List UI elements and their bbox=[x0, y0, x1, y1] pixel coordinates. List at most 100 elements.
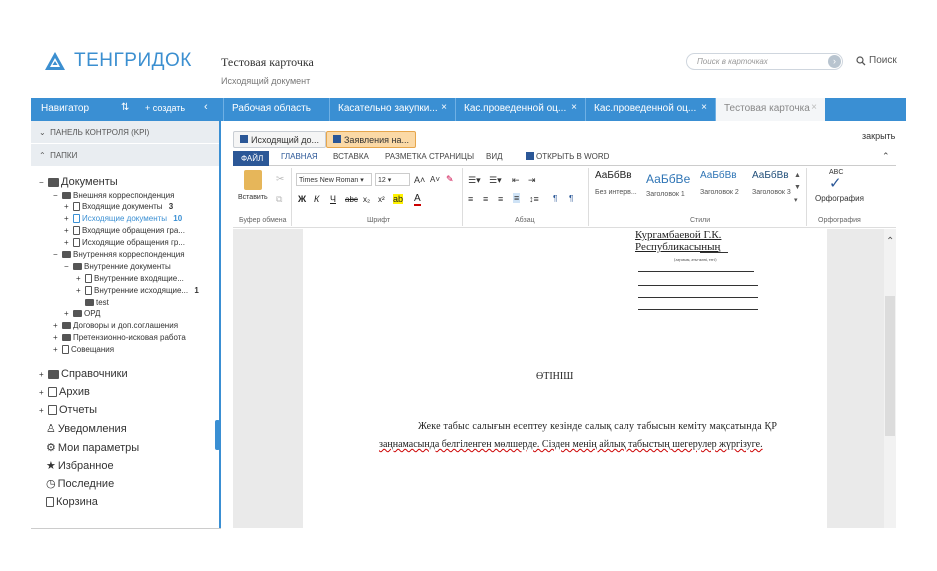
collapse-navigator-icon[interactable]: ‹ bbox=[204, 101, 208, 113]
tab-evaluation-2[interactable]: Кас.проведенной оц... × bbox=[585, 98, 715, 121]
collapse-icon[interactable]: − bbox=[39, 178, 46, 187]
ribbon-tab-open-word[interactable]: ОТКРЫТЬ В WORD bbox=[526, 152, 609, 161]
checkmark-icon[interactable]: ✓ bbox=[829, 174, 842, 192]
styles-more-icon[interactable]: ▾ bbox=[794, 196, 798, 204]
tab-workspace[interactable]: Рабочая область bbox=[223, 98, 329, 121]
tree-item-ord[interactable]: + ОРД bbox=[64, 309, 100, 318]
paste-icon[interactable] bbox=[244, 170, 262, 190]
tree-item-internal[interactable]: − Внутренняя корреспонденция bbox=[53, 250, 185, 259]
copy-icon[interactable]: ⧉ bbox=[276, 194, 282, 205]
expand-icon[interactable]: + bbox=[64, 226, 71, 235]
tree-item-incoming-appeals[interactable]: + Входящие обращения гра... bbox=[64, 226, 185, 235]
align-right-icon[interactable]: ≡ bbox=[498, 194, 503, 204]
sidebar-item-reports[interactable]: + Отчеты bbox=[39, 404, 97, 416]
spelling-button[interactable]: Орфография bbox=[815, 194, 864, 203]
strikethrough-icon[interactable]: abc bbox=[345, 195, 358, 204]
close-link[interactable]: закрыть bbox=[862, 131, 895, 141]
bullets-icon[interactable]: ☰▾ bbox=[468, 175, 481, 186]
tree-item-internal-outgoing[interactable]: + Внутренние исходящие... 1 bbox=[76, 286, 199, 295]
expand-icon[interactable]: + bbox=[76, 274, 83, 283]
style-no-spacing[interactable]: АаБбВв Без интерв... bbox=[595, 170, 637, 196]
ribbon-tab-layout[interactable]: РАЗМЕТКА СТРАНИЦЫ bbox=[385, 152, 474, 161]
collapse-icon[interactable]: − bbox=[53, 191, 60, 200]
tree-item-test[interactable]: test bbox=[85, 298, 109, 307]
expand-icon[interactable]: + bbox=[64, 309, 71, 318]
ribbon-tab-insert[interactable]: ВСТАВКА bbox=[333, 152, 369, 161]
expand-icon[interactable]: + bbox=[53, 345, 60, 354]
collapse-icon[interactable]: − bbox=[64, 262, 71, 271]
underline-icon[interactable]: Ч bbox=[330, 194, 336, 204]
sidebar-item-archive[interactable]: + Архив bbox=[39, 386, 90, 398]
cut-icon[interactable]: ✂ bbox=[276, 174, 284, 185]
justify-icon[interactable]: ≡ bbox=[513, 193, 521, 203]
expand-icon[interactable]: + bbox=[39, 388, 46, 397]
scrollbar-thumb[interactable] bbox=[885, 296, 895, 436]
styles-scroll-down-icon[interactable]: ▼ bbox=[794, 184, 801, 191]
tree-item-claims[interactable]: + Претензионно-исковая работа bbox=[53, 333, 186, 342]
expand-icon[interactable]: + bbox=[39, 406, 46, 415]
expand-icon[interactable]: + bbox=[64, 202, 71, 211]
sidebar-item-notifications[interactable]: ♙ Уведомления bbox=[46, 422, 127, 436]
superscript-icon[interactable]: x² bbox=[378, 195, 385, 204]
numbering-icon[interactable]: ☰▾ bbox=[489, 175, 502, 186]
close-tab-icon[interactable]: × bbox=[571, 102, 577, 113]
expand-icon[interactable]: + bbox=[64, 214, 71, 223]
tree-item-external[interactable]: − Внешняя корреспонденция bbox=[53, 191, 174, 200]
tree-item-incoming-docs[interactable]: + Входящие документы 3 bbox=[64, 202, 173, 211]
clear-format-icon[interactable]: ✎ bbox=[446, 174, 454, 185]
paste-button[interactable]: Вставить bbox=[238, 194, 268, 201]
line-spacing-icon[interactable]: ↕≡ bbox=[529, 194, 539, 204]
tab-procurement[interactable]: Касательно закупки... × bbox=[329, 98, 455, 121]
sidebar-item-favorites[interactable]: ★ Избранное bbox=[46, 459, 114, 473]
search-input[interactable]: Поиск в карточках › bbox=[686, 53, 843, 70]
styles-scroll-up-icon[interactable]: ▲ bbox=[794, 172, 801, 179]
tab-evaluation-1[interactable]: Кас.проведенной оц... × bbox=[455, 98, 585, 121]
italic-icon[interactable]: К bbox=[314, 194, 319, 204]
ribbon-tab-home[interactable]: ГЛАВНАЯ bbox=[281, 152, 318, 161]
sidebar-item-my-params[interactable]: ⚙ Мои параметры bbox=[46, 441, 139, 455]
sort-icon[interactable]: ⇅ bbox=[121, 102, 129, 113]
align-left-icon[interactable]: ≡ bbox=[468, 194, 473, 204]
sidebar-item-directories[interactable]: + Справочники bbox=[39, 368, 128, 380]
expand-icon[interactable]: + bbox=[39, 370, 46, 379]
ribbon-tab-view[interactable]: ВИД bbox=[486, 152, 503, 161]
expand-icon[interactable]: + bbox=[53, 321, 60, 330]
collapse-icon[interactable]: − bbox=[53, 250, 60, 259]
tree-item-internal-incoming[interactable]: + Внутренние входящие... bbox=[76, 274, 184, 283]
grow-font-icon[interactable]: A˄ bbox=[414, 175, 425, 185]
font-color-icon[interactable]: A bbox=[414, 193, 421, 206]
folders-header[interactable]: ⌃ ПАПКИ bbox=[31, 144, 219, 166]
search-button[interactable]: Поиск bbox=[856, 55, 897, 66]
create-button[interactable]: + создать bbox=[145, 103, 185, 113]
close-tab-icon[interactable]: × bbox=[701, 102, 707, 113]
style-heading-1[interactable]: АаБбВе Заголовок 1 bbox=[646, 172, 690, 198]
bold-icon[interactable]: Ж bbox=[298, 194, 306, 204]
highlight-icon[interactable]: ab bbox=[393, 194, 404, 204]
search-go-icon[interactable]: › bbox=[828, 55, 841, 68]
tab-test-card[interactable]: Тестовая карточка × bbox=[715, 98, 825, 121]
close-tab-icon[interactable]: × bbox=[441, 102, 447, 113]
expand-icon[interactable]: + bbox=[64, 238, 71, 247]
expand-icon[interactable]: + bbox=[76, 286, 83, 295]
tree-item-internal-docs[interactable]: − Внутренние документы bbox=[64, 262, 171, 271]
tree-item-meetings[interactable]: + Совещания bbox=[53, 345, 114, 354]
expand-icon[interactable]: + bbox=[53, 333, 60, 342]
sidebar-item-recent[interactable]: ◷ Последние bbox=[46, 477, 114, 491]
style-heading-2[interactable]: АаБбВв Заголовок 2 bbox=[700, 170, 739, 196]
font-size-select[interactable]: 12 ▾ bbox=[375, 173, 410, 186]
ribbon-collapse-icon[interactable]: ⌃ bbox=[882, 151, 890, 162]
ribbon-tab-file[interactable]: ФАЙЛ bbox=[233, 151, 269, 166]
shrink-font-icon[interactable]: A˅ bbox=[430, 175, 440, 184]
subscript-icon[interactable]: x₂ bbox=[363, 195, 370, 204]
ltr-icon[interactable]: ¶ bbox=[553, 194, 557, 203]
style-heading-3[interactable]: АаБбВв Заголовок 3 bbox=[752, 170, 791, 196]
sidebar-item-trash[interactable]: Корзина bbox=[46, 496, 98, 508]
tree-item-outgoing-docs[interactable]: + Исходящие документы 10 bbox=[64, 214, 182, 223]
font-name-select[interactable]: Times New Roman ▾ bbox=[296, 173, 372, 186]
tree-item-documents[interactable]: − Документы bbox=[39, 176, 118, 188]
tree-item-outgoing-appeals[interactable]: + Исходящие обращения гр... bbox=[64, 238, 185, 247]
scroll-up-icon[interactable]: ⌃ bbox=[886, 236, 894, 247]
sidebar-splitter-handle[interactable] bbox=[215, 420, 220, 450]
tree-item-contracts[interactable]: + Договоры и доп.соглашения bbox=[53, 321, 178, 330]
decrease-indent-icon[interactable]: ⇤ bbox=[512, 175, 520, 186]
